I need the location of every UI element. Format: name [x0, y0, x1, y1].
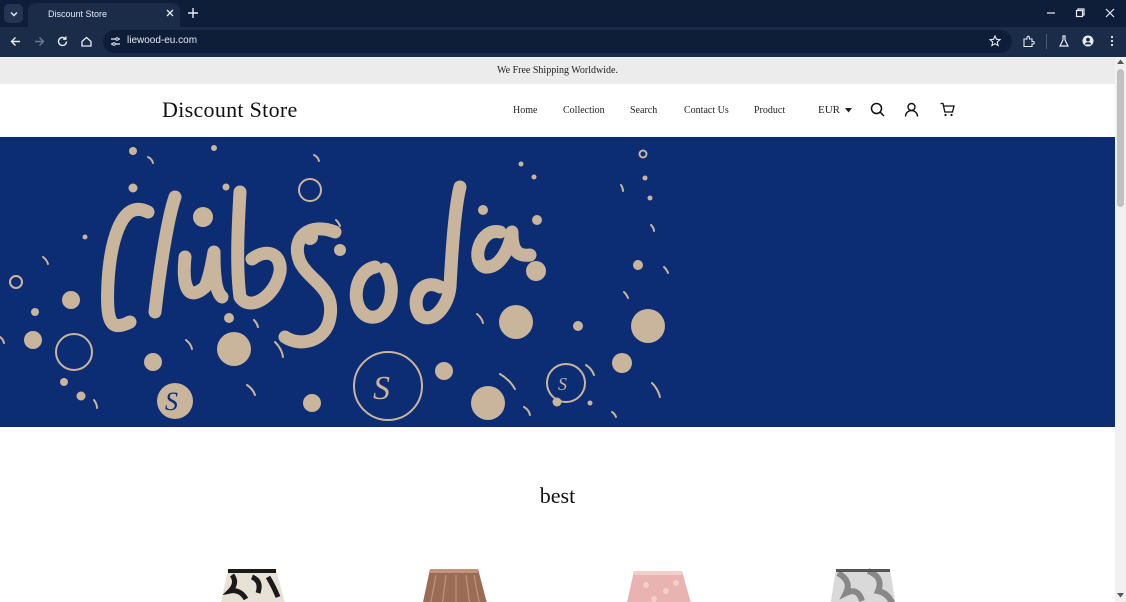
site-header: Discount Store Home Collection Search Co… [0, 84, 1115, 137]
cart-icon[interactable] [940, 102, 955, 117]
scroll-thumb[interactable] [1117, 69, 1124, 207]
section-title: best [539, 483, 576, 508]
currency-label: EUR [818, 104, 840, 116]
reload-icon[interactable] [56, 35, 69, 48]
star-icon[interactable] [989, 35, 1001, 47]
browser-toolbar: liewood-eu.com [0, 27, 1126, 57]
product-card[interactable] [624, 567, 694, 602]
club-soda-artwork: S S S [0, 145, 669, 421]
product-image [221, 569, 285, 602]
labs-icon[interactable] [1058, 35, 1070, 47]
plus-icon[interactable] [187, 7, 199, 19]
browser-tabbar: Discount Store [0, 0, 1126, 27]
active-tab[interactable]: Discount Store [28, 3, 180, 27]
tab-search-button[interactable] [4, 4, 23, 23]
scroll-down-icon[interactable] [1117, 592, 1124, 598]
back-icon[interactable] [9, 35, 22, 48]
hero-banner[interactable]: S S S [0, 137, 1115, 427]
page-viewport: We Free Shipping Worldwide. Discount Sto… [0, 57, 1115, 602]
store-logo[interactable]: Discount Store [162, 97, 298, 123]
product-card[interactable] [420, 567, 490, 602]
account-icon[interactable] [904, 102, 919, 117]
currency-selector[interactable]: EUR [818, 104, 852, 116]
toolbar-divider [1046, 34, 1047, 49]
scroll-up-icon[interactable] [1117, 59, 1124, 65]
extensions-icon[interactable] [1022, 35, 1035, 48]
product-image [627, 571, 691, 602]
url-text: liewood-eu.com [127, 35, 198, 46]
nav-collection[interactable]: Collection [563, 105, 605, 116]
nav-home[interactable]: Home [513, 105, 537, 116]
home-icon[interactable] [80, 35, 93, 48]
product-image [423, 569, 487, 602]
minimize-icon[interactable] [1045, 7, 1057, 19]
nav-contact-us[interactable]: Contact Us [684, 105, 729, 116]
site-info-icon[interactable] [110, 36, 121, 47]
svg-text:S: S [165, 387, 178, 416]
profile-icon[interactable] [1082, 35, 1094, 47]
svg-text:S: S [373, 370, 390, 407]
tab-title: Discount Store [48, 9, 108, 19]
search-icon[interactable] [870, 102, 885, 117]
address-bar[interactable]: liewood-eu.com [103, 30, 1012, 53]
close-icon[interactable] [165, 8, 175, 18]
chevron-down-icon [10, 11, 17, 16]
forward-icon[interactable] [33, 35, 46, 48]
nav-search[interactable]: Search [630, 105, 657, 116]
product-card[interactable] [828, 567, 898, 602]
page-scrollbar[interactable] [1115, 57, 1126, 602]
nav-product[interactable]: Product [754, 105, 785, 116]
product-image [830, 568, 896, 602]
svg-text:S: S [558, 374, 567, 394]
restore-icon[interactable] [1074, 7, 1086, 19]
caret-down-icon [845, 107, 852, 112]
close-window-icon[interactable] [1104, 7, 1116, 19]
more-icon[interactable] [1106, 35, 1118, 47]
product-card[interactable] [218, 567, 288, 602]
announcement-bar: We Free Shipping Worldwide. [0, 57, 1115, 84]
